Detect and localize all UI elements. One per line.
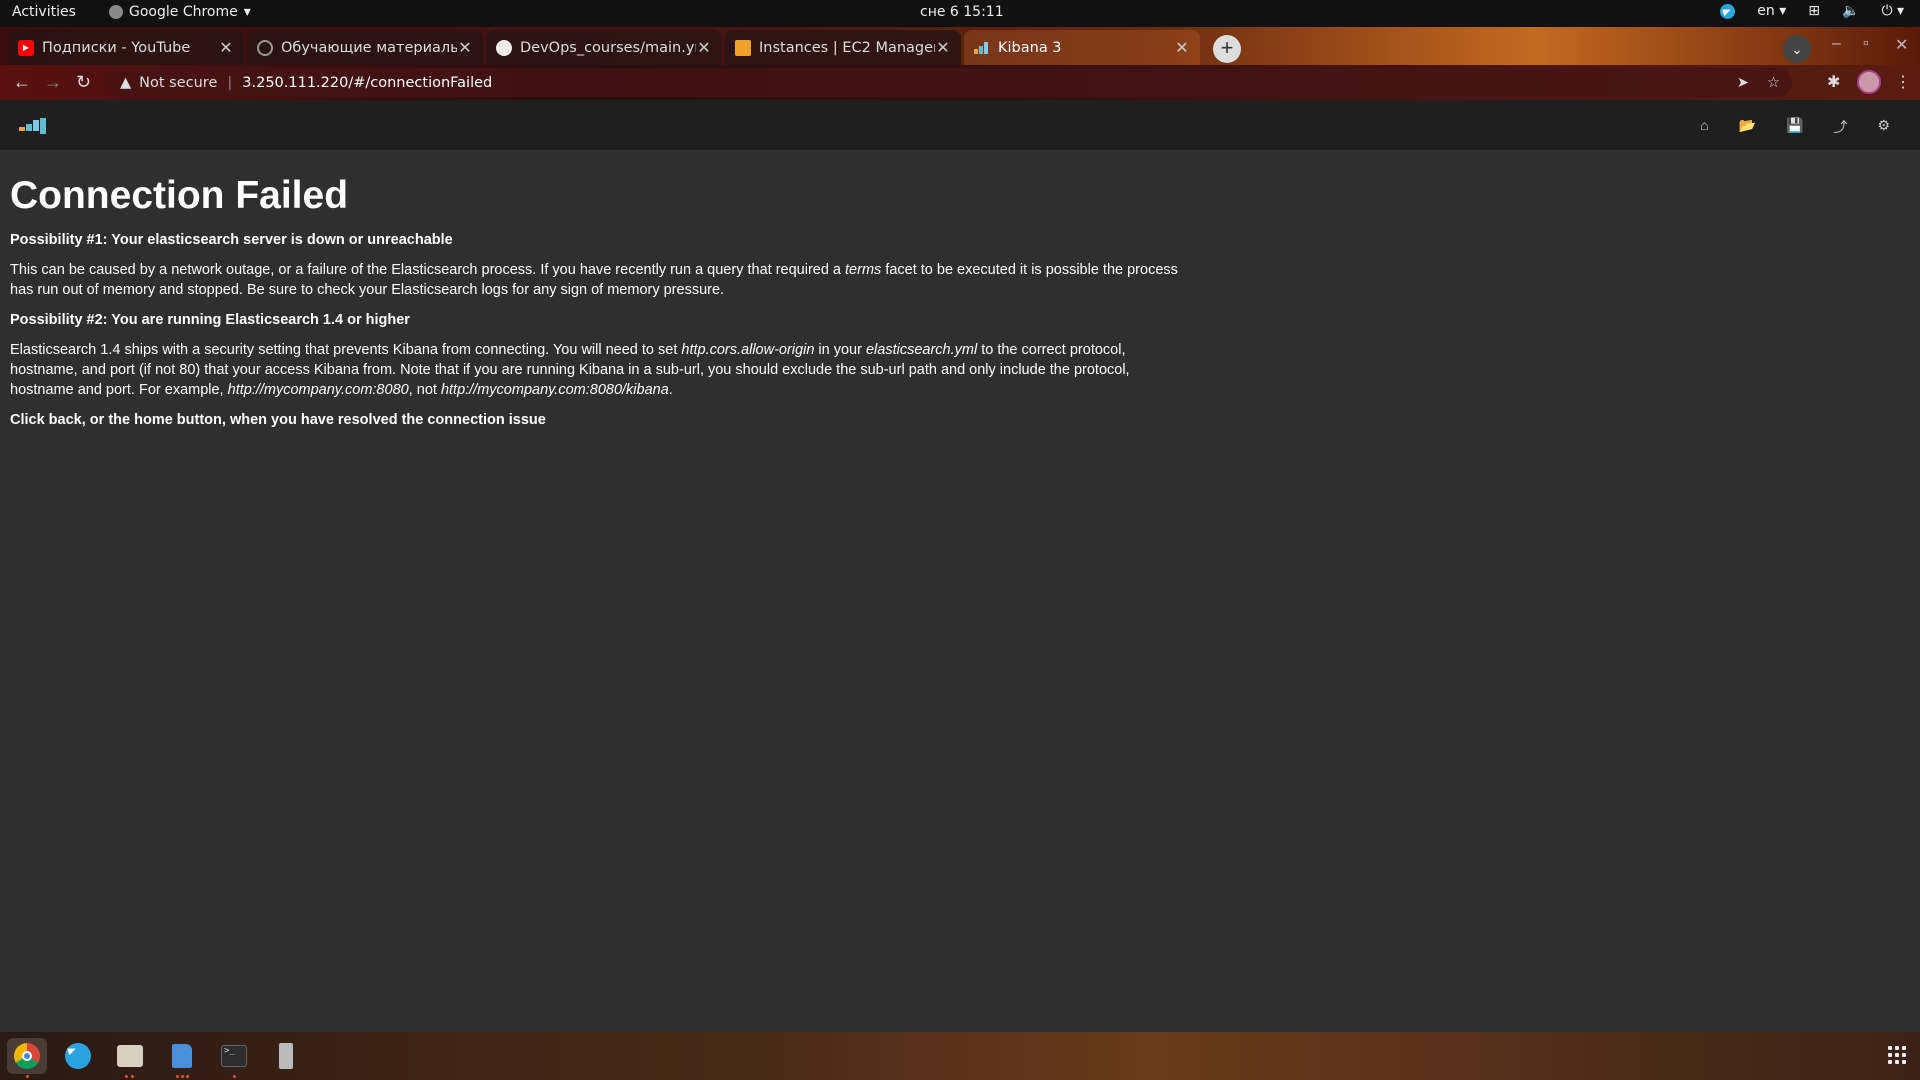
terminal-icon: >_: [221, 1045, 247, 1067]
kibana-navbar: ⌂ 📂 💾 ⤴ ⚙: [0, 100, 1920, 150]
tab-youtube[interactable]: ▶ Подписки - YouTube ✕: [8, 30, 244, 65]
kibana-logo[interactable]: [19, 118, 47, 139]
emphasis-yml: elasticsearch.yml: [865, 342, 978, 358]
folder-open-icon[interactable]: 📂: [1739, 117, 1756, 137]
text-segment: Elasticsearch 1.4 ships with a security …: [10, 342, 682, 358]
page-title: Connection Failed: [10, 174, 349, 217]
save-icon[interactable]: 💾: [1786, 117, 1803, 137]
close-icon[interactable]: ✕: [218, 38, 234, 57]
maximize-icon[interactable]: ▫: [1863, 35, 1869, 53]
aws-icon: [735, 39, 751, 56]
dock-telegram[interactable]: [60, 1038, 96, 1074]
dock-writer[interactable]: [164, 1038, 200, 1078]
home-icon[interactable]: ⌂: [1700, 117, 1708, 137]
main-content: Connection Failed Possibility #1: Your e…: [0, 150, 1920, 1032]
tab-strip: ▶ Подписки - YouTube ✕ Обучающие материа…: [0, 27, 1920, 65]
send-icon[interactable]: ➤: [1737, 75, 1749, 91]
possibility-1-text: This can be caused by a network outage, …: [10, 260, 1180, 300]
kibana-icon: [974, 40, 990, 56]
document-icon: [172, 1044, 192, 1068]
dock-files[interactable]: [112, 1038, 148, 1078]
possibility-1-title: Possibility #1: Your elasticsearch serve…: [10, 232, 453, 248]
github-icon: [496, 39, 512, 56]
tab-search-button[interactable]: ⌄: [1783, 35, 1811, 63]
address-bar[interactable]: ▲ Not secure | 3.250.111.220/#/connectio…: [108, 68, 1792, 97]
close-icon[interactable]: ✕: [1174, 38, 1190, 57]
possibility-2-title: Possibility #2: You are running Elastics…: [10, 312, 410, 328]
chevron-down-icon: ▾: [243, 4, 251, 20]
menu-icon[interactable]: ⋮: [1895, 72, 1911, 92]
clock[interactable]: сне 6 15:11: [920, 4, 1004, 20]
dock-terminal[interactable]: >_: [216, 1038, 252, 1078]
text-segment: .: [668, 382, 673, 398]
gear-icon[interactable]: ⚙: [1877, 117, 1890, 137]
dock-usb-drive[interactable]: [268, 1038, 304, 1074]
app-menu[interactable]: Google Chrome ▾: [109, 4, 251, 20]
tab-ec2[interactable]: Instances | EC2 Manageme ✕: [725, 30, 961, 65]
system-tray: en ▾ ⊞ 🔈 ⏻ ▾: [1720, 3, 1904, 19]
close-icon[interactable]: ✕: [457, 38, 473, 57]
emphasis-example-suburl: http://mycompany.com:8080/kibana: [440, 382, 669, 398]
forward-icon[interactable]: →: [44, 72, 62, 93]
avatar[interactable]: [1857, 70, 1881, 94]
divider: |: [227, 74, 233, 91]
back-icon[interactable]: ←: [13, 72, 31, 93]
folder-icon: [117, 1045, 143, 1067]
youtube-icon: ▶: [18, 39, 34, 56]
volume-icon[interactable]: 🔈: [1842, 3, 1859, 19]
app-menu-label: Google Chrome: [129, 4, 238, 20]
tab-title: Instances | EC2 Manageme: [759, 39, 935, 56]
activities-button[interactable]: Activities: [12, 4, 76, 20]
chrome-icon: [109, 5, 123, 19]
tab-title: Kibana 3: [998, 39, 1062, 56]
chrome-icon: [14, 1043, 40, 1069]
telegram-icon: [65, 1043, 91, 1069]
close-icon[interactable]: ✕: [696, 38, 712, 57]
emphasis-cors: http.cors.allow-origin: [681, 342, 815, 358]
minimize-icon[interactable]: –: [1832, 35, 1841, 53]
tab-title: Подписки - YouTube: [42, 39, 191, 56]
tab-kibana[interactable]: Kibana 3 ✕: [964, 30, 1200, 65]
browser-toolbar: ← → ↻ ▲ Not secure | 3.250.111.220/#/con…: [0, 65, 1920, 100]
share-icon[interactable]: ⤴: [1833, 117, 1847, 137]
dock-chrome[interactable]: [7, 1038, 47, 1078]
text-segment: This can be caused by a network outage, …: [10, 262, 846, 278]
tab-title: DevOps_courses/main.ym: [520, 39, 696, 56]
extensions-icon[interactable]: ✱: [1827, 72, 1840, 92]
text-segment: , not: [408, 382, 441, 398]
possibility-2-text: Elasticsearch 1.4 ships with a security …: [10, 340, 1180, 400]
emphasis-terms: terms: [845, 262, 882, 278]
tab-title: Обучающие материалы: [281, 39, 457, 56]
bookmark-star-icon[interactable]: ☆: [1767, 75, 1780, 91]
reload-icon[interactable]: ↻: [76, 72, 91, 93]
language-label: en: [1757, 3, 1775, 19]
language-indicator[interactable]: en ▾: [1757, 3, 1786, 19]
close-icon[interactable]: ✕: [935, 38, 951, 57]
warning-icon[interactable]: ▲: [120, 75, 131, 91]
show-applications-icon[interactable]: [1888, 1046, 1906, 1064]
emphasis-example-url: http://mycompany.com:8080: [227, 382, 409, 398]
gnome-top-bar: Activities Google Chrome ▾ сне 6 15:11 e…: [0, 0, 1920, 27]
new-tab-button[interactable]: +: [1213, 35, 1241, 63]
security-label[interactable]: Not secure: [139, 75, 217, 91]
url-text[interactable]: 3.250.111.220/#/connectionFailed: [242, 75, 492, 91]
usb-drive-icon: [279, 1043, 293, 1069]
text-segment: in your: [814, 342, 866, 358]
network-icon[interactable]: ⊞: [1808, 3, 1820, 19]
telegram-tray-icon[interactable]: [1720, 3, 1736, 19]
resolution-note: Click back, or the home button, when you…: [10, 412, 546, 428]
globe-icon: [257, 39, 273, 56]
tab-github[interactable]: DevOps_courses/main.ym ✕: [486, 30, 722, 65]
close-window-icon[interactable]: ✕: [1895, 35, 1908, 55]
power-icon[interactable]: ⏻ ▾: [1881, 3, 1904, 19]
tab-materials[interactable]: Обучающие материалы ✕: [247, 30, 483, 65]
dock: >_: [0, 1032, 1920, 1080]
